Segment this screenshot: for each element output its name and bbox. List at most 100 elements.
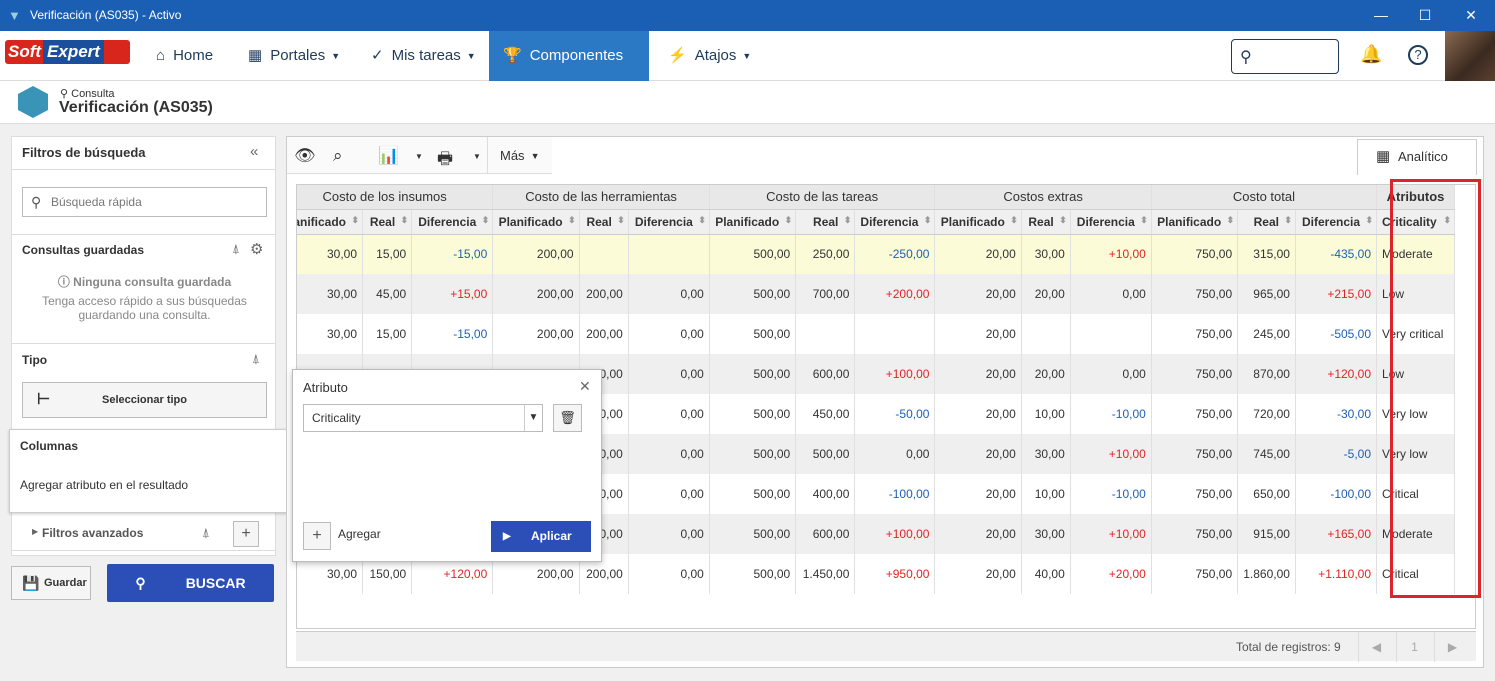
table-cell: 500,00 — [709, 474, 797, 514]
column-header[interactable]: Planificado — [709, 209, 797, 235]
close-button[interactable]: ✕ — [1460, 5, 1482, 25]
softexpert-logo[interactable]: Soft Expert — [5, 40, 130, 64]
table-cell: 0,00 — [628, 354, 710, 394]
column-header[interactable]: Real — [362, 209, 413, 235]
add-attribute-button[interactable]: + — [303, 522, 331, 550]
table-cell — [795, 314, 856, 354]
table-cell: 0,00 — [854, 434, 936, 474]
search-details-icon[interactable]: ⌕ — [333, 146, 343, 166]
minimize-button[interactable]: — — [1370, 5, 1392, 25]
highlight-attributes-column — [1390, 179, 1481, 598]
view-icon[interactable]: 👁 — [294, 146, 316, 166]
table-cell: 750,00 — [1151, 274, 1239, 314]
table-cell — [854, 314, 936, 354]
table-cell: 0,00 — [628, 514, 710, 554]
nav-mis-tareas[interactable]: ✓ Mis tareas ▼ — [357, 31, 490, 81]
global-search-input[interactable]: ⚲ — [1231, 39, 1339, 74]
tree-icon: ⊢ — [37, 391, 51, 408]
quick-search-placeholder: Búsqueda rápida — [51, 195, 142, 209]
table-cell: 20,00 — [934, 514, 1022, 554]
save-label: Guardar — [44, 577, 87, 589]
column-header[interactable]: Real — [1237, 209, 1296, 235]
quick-search-input[interactable]: ⚲ Búsqueda rápida — [22, 187, 267, 217]
table-row[interactable]: 30,00 15,00 -15,00 200,00 500,00 250,00 -250,0… — [297, 234, 1455, 274]
column-header[interactable]: Diferencia — [1070, 209, 1152, 235]
save-query-button[interactable]: 💾 Guardar — [11, 566, 91, 600]
table-cell: 40,00 — [1021, 554, 1071, 594]
table-cell: 700,00 — [795, 274, 856, 314]
table-cell: +20,00 — [1070, 554, 1152, 594]
next-page-button[interactable]: ▶ — [1434, 632, 1470, 662]
chart-dropdown-icon[interactable]: ▼ — [415, 152, 423, 161]
column-header[interactable]: Real — [1021, 209, 1071, 235]
table-cell: 250,00 — [795, 234, 856, 274]
print-icon[interactable]: 🖶 — [437, 146, 453, 175]
column-header[interactable]: Real — [579, 209, 629, 235]
help-icon[interactable]: ? — [1408, 45, 1428, 65]
nav-atajos[interactable]: ⚡ Atajos ▼ — [654, 31, 765, 81]
nav-atajos-label: Atajos — [694, 47, 737, 64]
more-menu[interactable]: Más ▼ — [487, 137, 552, 174]
tab-analitico[interactable]: ▦ Analítico — [1357, 139, 1477, 175]
nav-mis-tareas-label: Mis tareas — [391, 47, 461, 64]
column-header[interactable]: Real — [795, 209, 856, 235]
gear-icon[interactable]: ⚙ — [250, 240, 263, 258]
table-cell: 500,00 — [709, 354, 797, 394]
table-cell: +165,00 — [1295, 514, 1378, 554]
table-cell: +15,00 — [411, 274, 494, 314]
add-filter-button[interactable]: + — [233, 521, 259, 547]
nav-portales[interactable]: ▦ Portales ▼ — [234, 31, 354, 81]
columns-hint[interactable]: Agregar atributo en el resultado — [20, 478, 188, 492]
table-row[interactable]: 30,00 15,00 -15,00 200,00 200,00 0,00 500,00 20… — [297, 314, 1455, 354]
table-cell: 1.860,00 — [1237, 554, 1296, 594]
brush-icon[interactable]: ⍋ — [202, 525, 210, 541]
table-cell: 750,00 — [1151, 474, 1239, 514]
select-type-label: Seleccionar tipo — [102, 394, 187, 406]
brush-icon[interactable]: ⍋ — [252, 351, 260, 367]
group-header: Costos extras — [934, 185, 1152, 210]
table-cell: +10,00 — [1070, 434, 1152, 474]
table-cell: 30,00 — [1021, 434, 1071, 474]
building-icon — [18, 86, 48, 118]
user-avatar[interactable] — [1445, 31, 1495, 81]
table-cell: 30,00 — [1021, 514, 1071, 554]
prev-page-button[interactable]: ◀ — [1358, 632, 1394, 662]
table-cell: 20,00 — [1021, 274, 1071, 314]
collapse-icon[interactable]: « — [250, 143, 258, 160]
columns-panel: Columnas Agregar atributo en el resultad… — [9, 429, 293, 513]
table-cell: 500,00 — [709, 274, 797, 314]
delete-attribute-button[interactable]: 🗑 — [553, 404, 582, 432]
column-header[interactable]: Planificado — [492, 209, 580, 235]
advanced-filters-row[interactable]: ▶ Filtros avanzados ⍋ + — [11, 517, 276, 551]
maximize-button[interactable]: ☐ — [1414, 5, 1436, 25]
nav-componentes[interactable]: 🏆Componentes▼ — [489, 31, 649, 111]
column-header[interactable]: Planificado — [934, 209, 1022, 235]
attribute-select[interactable]: Criticality ▼ — [303, 404, 543, 432]
table-cell: 600,00 — [795, 354, 856, 394]
table-cell: 870,00 — [1237, 354, 1296, 394]
column-header[interactable]: Diferencia — [628, 209, 710, 235]
search-icon: ⚲ — [135, 575, 146, 591]
column-header[interactable]: Planificado — [297, 209, 364, 235]
table-cell: 30,00 — [1021, 234, 1071, 274]
apply-button[interactable]: ▶ Aplicar — [491, 521, 591, 552]
column-header[interactable]: Diferencia — [411, 209, 494, 235]
select-type-button[interactable]: ⊢ Seleccionar tipo — [22, 382, 267, 418]
bell-icon[interactable]: 🔔 — [1360, 44, 1382, 65]
column-header[interactable]: Diferencia — [854, 209, 936, 235]
table-cell: 20,00 — [1021, 354, 1071, 394]
attribute-selected-value: Criticality — [312, 411, 361, 425]
brush-icon[interactable]: ⍋ — [232, 241, 240, 257]
chart-icon[interactable]: 📊 — [378, 146, 399, 166]
column-header[interactable]: Planificado — [1151, 209, 1239, 235]
table-row[interactable]: 30,00 45,00 +15,00 200,00 200,00 0,00 500,00 70… — [297, 274, 1455, 314]
print-dropdown-icon[interactable]: ▼ — [473, 152, 481, 161]
table-cell: 750,00 — [1151, 354, 1239, 394]
nav-home[interactable]: ⌂ Home — [142, 31, 227, 81]
apply-label: Aplicar — [531, 529, 572, 543]
table-cell: 0,00 — [1070, 354, 1152, 394]
table-cell: 200,00 — [492, 314, 580, 354]
column-header[interactable]: Diferencia — [1295, 209, 1378, 235]
close-icon[interactable]: ✕ — [579, 378, 591, 395]
search-button[interactable]: ⚲ BUSCAR — [107, 564, 274, 602]
